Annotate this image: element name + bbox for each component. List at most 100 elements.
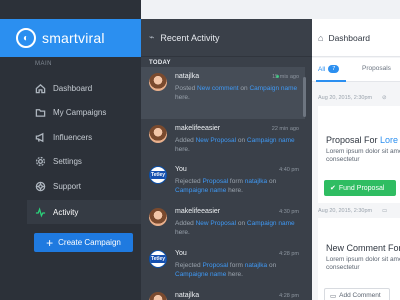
plus-icon: + (46, 235, 54, 250)
activity-text-part: Posted (175, 85, 198, 92)
sidebar-item-label: Activity (53, 207, 79, 217)
activity-text-part: form (228, 262, 245, 269)
activity-link[interactable]: Proposal (202, 262, 228, 269)
activity-link[interactable]: Campaign name (247, 137, 295, 144)
activity-time: 4:40 pm (279, 167, 299, 173)
tab-proposals[interactable]: Proposals (362, 65, 391, 72)
avatar (149, 292, 167, 300)
sidebar-item-settings[interactable]: Settings (27, 149, 141, 173)
dashboard-header: ⌂ Dashboard (312, 19, 400, 57)
activity-text-part: on (267, 262, 277, 269)
activity-time: 4:28 pm (279, 251, 299, 257)
activity-item[interactable]: natajlka 4:28 pm (141, 286, 305, 300)
activity-user: makelifeeasier (175, 125, 221, 132)
activity-link[interactable]: natajlka (245, 262, 267, 269)
nav-section-label: MAIN (35, 61, 52, 67)
activity-text-part: on (236, 220, 247, 227)
comment-icon: ▭ (330, 292, 337, 300)
activity-link[interactable]: New Proposal (196, 220, 236, 227)
sidebar-item-activity[interactable]: Activity (27, 200, 141, 224)
activity-header: ⌁ Recent Activity (141, 19, 312, 57)
active-tab-indicator (316, 80, 346, 82)
activity-text-part: on (267, 178, 277, 185)
avatar (149, 73, 167, 91)
card-body: Lorem ipsum dolor sit amet, consectetur (326, 148, 400, 163)
logo-icon: ◐ (16, 28, 36, 48)
activity-text: Added New Proposal on Campaign name here… (175, 219, 299, 237)
create-campaign-button[interactable]: + Create Campaign (34, 233, 133, 252)
tab-all[interactable]: All 7 (318, 65, 340, 73)
activity-text-part: on (238, 85, 250, 92)
activity-text-part: here. (226, 271, 243, 278)
dashboard-title: Dashboard (328, 32, 371, 43)
activity-link[interactable]: Proposal (202, 178, 228, 185)
lifebuoy-icon (35, 181, 46, 191)
activity-user: makelifeeasier (175, 208, 221, 215)
activity-text-part: here. (175, 94, 190, 101)
sidebar-item-support[interactable]: Support (27, 174, 141, 198)
count-badge: 7 (328, 65, 340, 73)
card-title-link[interactable]: Lore (380, 135, 398, 145)
sidebar-item-label: Influencers (53, 132, 93, 142)
activity-text: Posted New comment on Campaign name here… (175, 84, 299, 102)
card-body: Lorem ipsum dolor sit amet, consectetur (326, 256, 400, 271)
folder-icon (35, 108, 46, 117)
sidebar-item-my-campaigns[interactable]: My Campaigns (27, 100, 141, 124)
avatar (149, 125, 167, 143)
activity-link[interactable]: Campaigne name (175, 271, 226, 278)
activity-text: Rejected Proposal form natajlka on Campa… (175, 177, 299, 195)
brand-logo-text: Tetley (150, 255, 166, 263)
activity-text-part: Added (175, 220, 196, 227)
activity-link[interactable]: Campaign name (247, 220, 295, 227)
sidebar-item-label: My Campaigns (53, 107, 107, 117)
logo-bar[interactable]: ◐ smartviral (0, 19, 141, 57)
activity-link[interactable]: New Proposal (196, 137, 236, 144)
activity-text-part: here. (175, 229, 190, 236)
activity-item[interactable]: natajlka 15 mis ago Posted New comment o… (141, 67, 305, 119)
activity-user: You (175, 250, 187, 257)
tab-label: All (318, 65, 326, 73)
attachment-icon: ⊘ (382, 95, 387, 101)
card-title: New Comment For (326, 243, 400, 253)
activity-text-part: on (236, 137, 247, 144)
activity-icon: ⌁ (149, 32, 155, 42)
activity-time: 4:30 pm (279, 209, 299, 215)
fund-proposal-button[interactable]: ✔ Fund Proposal (324, 180, 396, 196)
sidebar-item-influencers[interactable]: Influencers (27, 125, 141, 149)
sidebar-item-label: Settings (53, 156, 82, 166)
avatar: Tetley (149, 250, 167, 268)
activity-text-part: Rejected (175, 262, 203, 269)
activity-user: natajlka (175, 73, 200, 80)
activity-user: You (175, 166, 187, 173)
home-icon (35, 83, 46, 93)
avatar: Tetley (149, 166, 167, 184)
add-comment-button[interactable]: ▭ Add Comment (324, 288, 390, 300)
sidebar-item-label: Support (53, 181, 82, 191)
card-date: Aug 20, 2015, 2:30pm (318, 95, 373, 101)
activity-text-part: here. (175, 146, 190, 153)
card-title-text: New Comment For (326, 243, 400, 253)
sidebar-item-dashboard[interactable]: Dashboard (27, 76, 141, 100)
activity-link[interactable]: Campaign name (249, 85, 297, 92)
tab-bar: All 7 Proposals (312, 58, 400, 82)
megaphone-icon (35, 132, 44, 142)
scrollbar[interactable] (303, 77, 306, 117)
activity-text-part: here. (226, 187, 243, 194)
card-title: Proposal For Lore (326, 135, 398, 145)
card-date: Aug 20, 2015, 2:30pm (318, 208, 373, 214)
fund-proposal-label: Fund Proposal (338, 184, 385, 192)
activity-text: Added New Proposal on Campaign name here… (175, 136, 299, 154)
activity-link[interactable]: natajlka (245, 178, 267, 185)
activity-text-part: Rejected (175, 178, 203, 185)
activity-time: 15 mis ago (272, 74, 299, 80)
date-group-label: TODAY (149, 60, 171, 66)
activity-panel: ⌁ Recent Activity TODAY natajlka 15 mis … (141, 19, 312, 300)
activity-text-part: Added (175, 137, 196, 144)
activity-link[interactable]: New comment (197, 85, 239, 92)
activity-text: Rejected Proposal form natajlka on Campa… (175, 261, 299, 279)
add-comment-label: Add Comment (339, 292, 381, 299)
avatar (149, 208, 167, 226)
brand-logo-text: Tetley (150, 171, 166, 179)
home-icon: ⌂ (318, 32, 324, 43)
activity-link[interactable]: Campaigne name (175, 187, 226, 194)
